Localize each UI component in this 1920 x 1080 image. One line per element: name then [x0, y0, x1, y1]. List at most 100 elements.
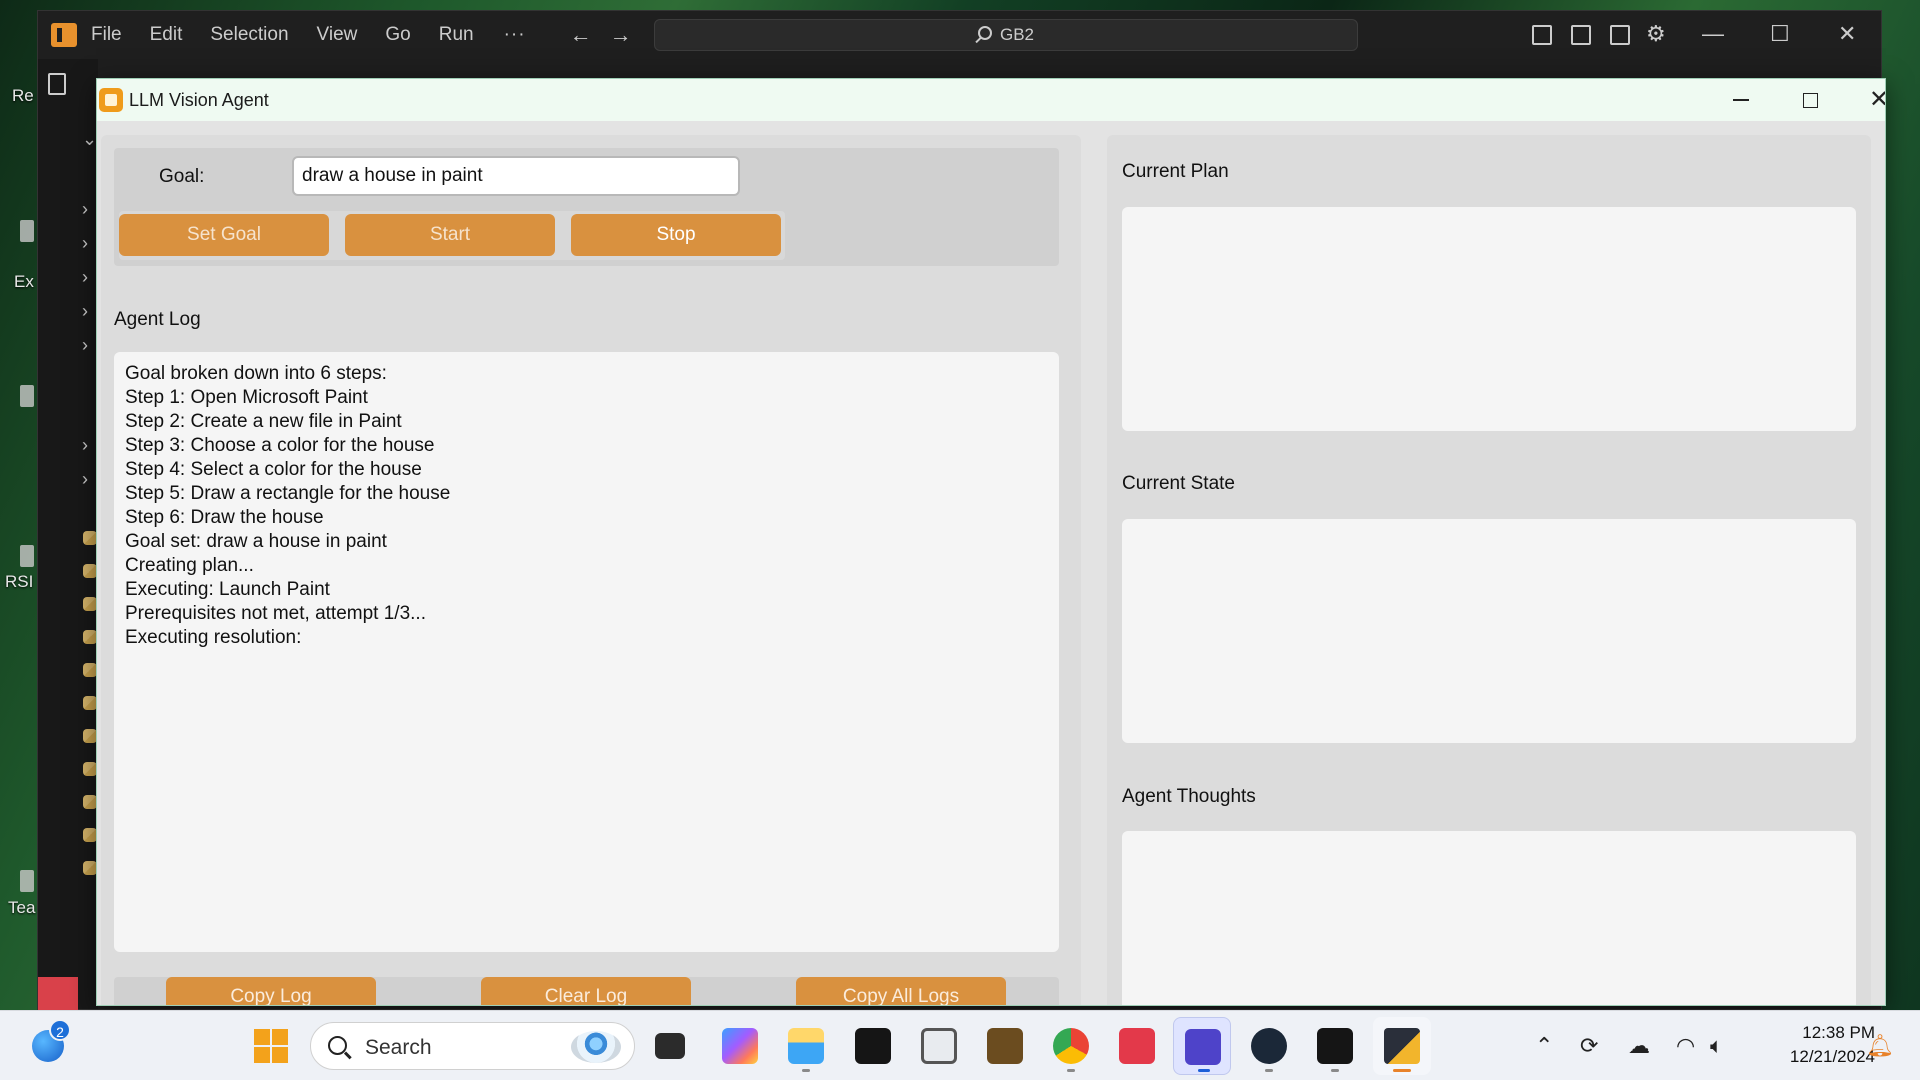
vscode-close-icon[interactable]: ✕: [1838, 21, 1856, 47]
window-title: LLM Vision Agent: [129, 89, 269, 110]
activity-bar: [38, 59, 78, 1009]
start-button-icon[interactable]: [254, 1029, 288, 1063]
desktop-shortcut-icon[interactable]: [20, 220, 34, 242]
tray-overflow-chevron-icon[interactable]: ⌃: [1535, 1033, 1553, 1059]
clear-log-button[interactable]: Clear Log: [481, 977, 691, 1005]
chevron-right-icon[interactable]: ›: [82, 233, 88, 254]
taskbar-search-box[interactable]: Search: [310, 1022, 635, 1070]
start-button[interactable]: Start: [345, 214, 555, 256]
copy-all-logs-button[interactable]: Copy All Logs: [796, 977, 1006, 1005]
log-line: Prerequisites not met, attempt 1/3...: [125, 603, 426, 624]
chevron-right-icon[interactable]: ›: [82, 199, 88, 220]
log-line: Goal broken down into 6 steps:: [125, 363, 387, 384]
python-app-highlight[interactable]: [1373, 1017, 1431, 1075]
desktop-shortcut-icon[interactable]: [20, 545, 34, 567]
python-file-icon[interactable]: [83, 762, 97, 776]
python-file-icon[interactable]: [83, 861, 97, 875]
desktop-shortcut-icon[interactable]: [20, 870, 34, 892]
python-file-icon[interactable]: [83, 564, 97, 578]
chevron-right-icon[interactable]: ›: [82, 469, 88, 490]
goal-label: Goal:: [159, 166, 205, 187]
desktop-label-ex: Ex: [14, 272, 34, 291]
active-app-highlight[interactable]: [1173, 1017, 1231, 1075]
file-explorer-icon[interactable]: [788, 1028, 824, 1064]
sync-icon[interactable]: ⟳: [1580, 1033, 1598, 1059]
settings-gear-icon[interactable]: ⚙: [1646, 21, 1666, 47]
log-line: Creating plan...: [125, 555, 254, 576]
rsi-launcher-icon[interactable]: [987, 1028, 1023, 1064]
stop-button[interactable]: Stop: [571, 214, 781, 256]
desktop-label-tea: Tea: [8, 898, 36, 917]
goal-frame: Goal: Set Goal Start Stop: [114, 148, 1059, 266]
python-file-icon[interactable]: [83, 630, 97, 644]
command-center-search[interactable]: GB2: [654, 19, 1358, 51]
chevron-down-icon[interactable]: ⌄: [82, 129, 97, 150]
current-plan-textbox[interactable]: [1122, 207, 1856, 431]
agent-thoughts-textbox[interactable]: [1122, 831, 1856, 1005]
python-file-icon[interactable]: [83, 531, 97, 545]
steam-icon[interactable]: [1251, 1028, 1287, 1064]
chevron-right-icon[interactable]: ›: [82, 267, 88, 288]
chevron-right-icon[interactable]: ›: [82, 301, 88, 322]
copy-log-button[interactable]: Copy Log: [166, 977, 376, 1005]
toggle-secondary-sidebar-icon[interactable]: [1610, 25, 1630, 45]
chevron-right-icon[interactable]: ›: [82, 435, 88, 456]
unity-hub-icon[interactable]: [855, 1028, 891, 1064]
onedrive-cloud-icon[interactable]: ☁: [1628, 1033, 1650, 1059]
log-line: Step 2: Create a new file in Paint: [125, 411, 402, 432]
python-file-icon[interactable]: [83, 696, 97, 710]
running-indicator: [1331, 1069, 1339, 1072]
toggle-panel-icon[interactable]: [1571, 25, 1591, 45]
chrome-icon[interactable]: [1053, 1028, 1089, 1064]
app-red-icon[interactable]: [1119, 1028, 1155, 1064]
close-button[interactable]: ✕: [1845, 79, 1885, 121]
wifi-icon[interactable]: ◠: [1676, 1033, 1695, 1059]
back-arrow-icon[interactable]: ←: [570, 22, 592, 48]
minimize-button[interactable]: [1707, 79, 1775, 121]
task-view-icon[interactable]: [655, 1033, 685, 1059]
python-file-icon[interactable]: [83, 663, 97, 677]
log-line: Step 5: Draw a rectangle for the house: [125, 483, 451, 504]
taskbar-search-placeholder: Search: [365, 1036, 432, 1059]
toggle-primary-sidebar-icon[interactable]: [1532, 25, 1552, 45]
chevron-right-icon[interactable]: ›: [82, 335, 88, 356]
running-indicator: [1198, 1069, 1210, 1072]
teamviewer-icon: [1185, 1029, 1221, 1065]
agent-titlebar: LLM Vision Agent ✕: [97, 79, 1885, 121]
unity-editor-icon[interactable]: [1317, 1028, 1353, 1064]
menu-file[interactable]: File: [91, 24, 122, 46]
notification-bell-icon[interactable]: 🔔︎: [1866, 1033, 1894, 1059]
copilot-app-icon[interactable]: [722, 1028, 758, 1064]
volume-icon[interactable]: 🔈︎: [1710, 1033, 1723, 1059]
explorer-icon[interactable]: [48, 73, 66, 95]
goal-input[interactable]: [292, 156, 740, 196]
vscode-minimize-icon[interactable]: —: [1702, 21, 1724, 47]
maximize-button[interactable]: [1776, 79, 1844, 121]
menu-run[interactable]: Run: [439, 24, 474, 46]
menu-more-icon[interactable]: ···: [504, 24, 526, 46]
menu-selection[interactable]: Selection: [210, 24, 288, 46]
python-app-icon: [1384, 1028, 1420, 1064]
forward-arrow-icon[interactable]: →: [610, 22, 632, 48]
menu-go[interactable]: Go: [385, 24, 410, 46]
python-file-icon[interactable]: [83, 597, 97, 611]
remote-indicator[interactable]: [38, 977, 78, 1011]
set-goal-button[interactable]: Set Goal: [119, 214, 329, 256]
python-file-icon[interactable]: [83, 795, 97, 809]
log-line: Executing resolution:: [125, 627, 302, 648]
running-indicator: [802, 1069, 810, 1072]
python-file-icon[interactable]: [83, 828, 97, 842]
left-panel: Goal: Set Goal Start Stop Agent Log Goal…: [101, 135, 1081, 1005]
clock-time: 12:38 PM: [1802, 1023, 1875, 1042]
unity-icon[interactable]: [921, 1028, 957, 1064]
current-state-textbox[interactable]: [1122, 519, 1856, 743]
taskbar-clock[interactable]: 12:38 PM 12/21/2024: [1761, 1021, 1875, 1069]
menu-edit[interactable]: Edit: [150, 24, 183, 46]
agent-log-textbox[interactable]: Goal broken down into 6 steps: Step 1: Op…: [114, 352, 1059, 952]
desktop-shortcut-icon[interactable]: [20, 385, 34, 407]
agent-log-label: Agent Log: [114, 309, 201, 330]
vscode-maximize-icon[interactable]: ☐: [1770, 21, 1790, 47]
current-state-label: Current State: [1122, 473, 1235, 494]
menu-view[interactable]: View: [317, 24, 358, 46]
python-file-icon[interactable]: [83, 729, 97, 743]
